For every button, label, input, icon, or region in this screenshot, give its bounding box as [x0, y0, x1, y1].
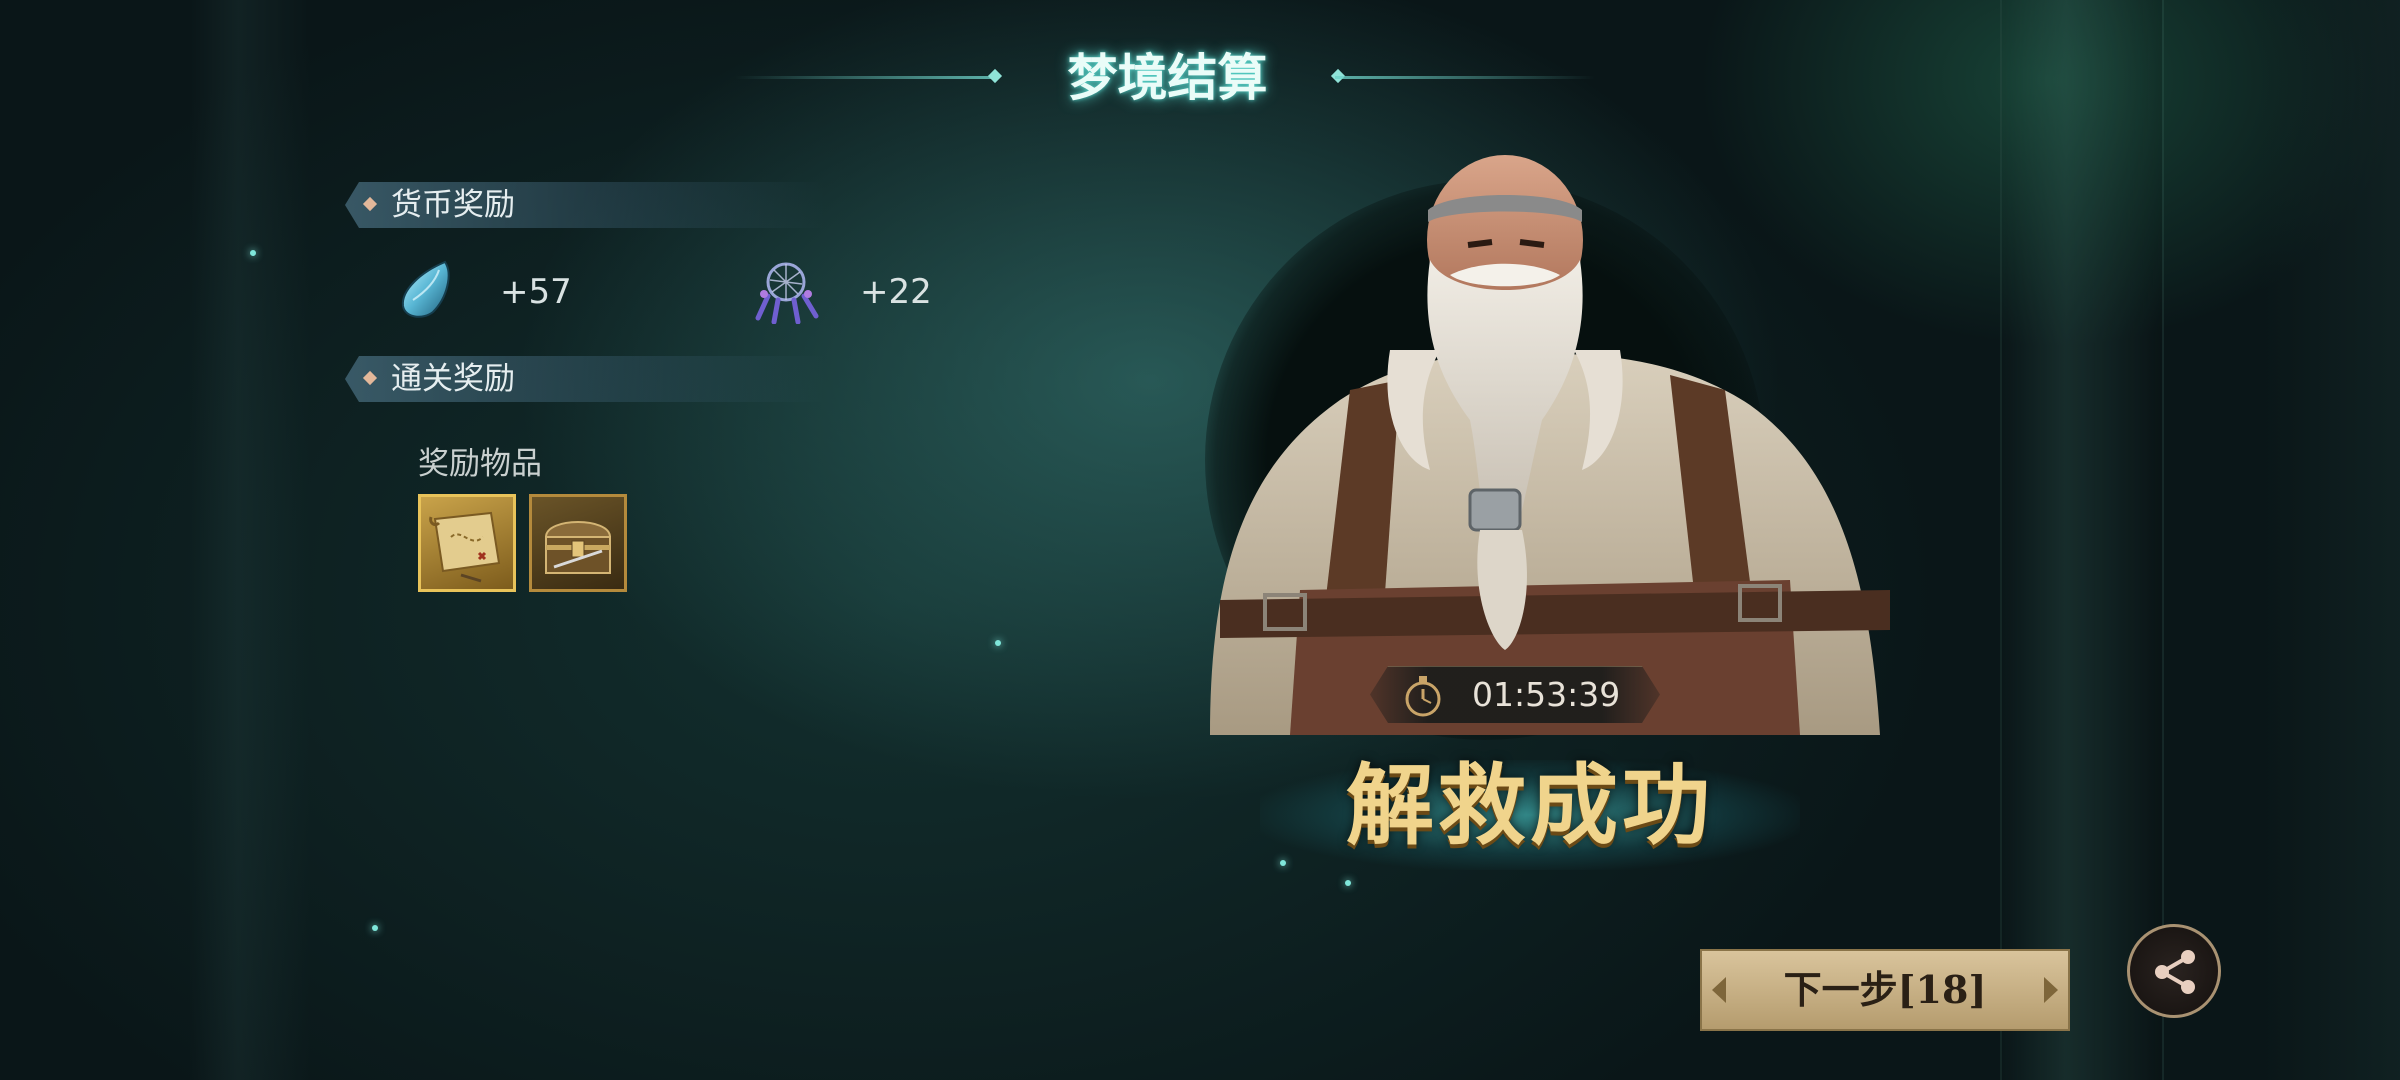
clear-reward-label: 通关奖励 — [391, 361, 515, 397]
reward-items-label: 奖励物品 — [418, 446, 542, 482]
sparkle — [1345, 880, 1351, 886]
share-button[interactable] — [2127, 924, 2221, 1018]
dreamcatcher-icon — [755, 262, 819, 324]
right-frame-decoration — [2260, 0, 2400, 1080]
clear-reward-header: 通关奖励 — [345, 356, 825, 402]
diamond-bullet-icon — [362, 370, 378, 386]
stopwatch-icon — [1400, 673, 1446, 719]
share-icon — [2155, 950, 2195, 994]
treasure-map-icon — [429, 511, 501, 583]
dreamcatcher-amount: +22 — [860, 272, 932, 312]
sparkle — [250, 250, 256, 256]
clear-time-display: 01:53:39 — [1370, 666, 1660, 723]
treasure-chest-icon — [544, 521, 612, 574]
currency-reward-label: 货币奖励 — [391, 187, 515, 223]
teal-crystal-icon — [401, 260, 450, 318]
result-screen: 梦境结算 货币奖励 +57 +22 通关奖励 奖励物品 01:53:39 解救成… — [0, 0, 2400, 1080]
sparkle — [995, 640, 1001, 646]
dwarf-character-portrait — [1210, 155, 1890, 735]
diamond-bullet-icon — [362, 196, 378, 212]
next-step-button[interactable]: 下一步[18] — [1700, 949, 2070, 1031]
title-divider-left — [735, 76, 995, 79]
left-pillar-decoration — [190, 0, 310, 1080]
page-title: 梦境结算 — [1067, 48, 1268, 107]
rescue-success-text: 解救成功 — [1345, 753, 1714, 857]
reward-item-treasure-chest[interactable] — [529, 494, 627, 592]
next-step-label: 下一步[18] — [1783, 967, 1987, 1012]
sparkle — [372, 925, 378, 931]
currency-reward-header: 货币奖励 — [345, 182, 825, 228]
title-divider-right — [1335, 76, 1595, 79]
right-pillar-decoration — [2000, 0, 2164, 1080]
clear-time-value: 01:53:39 — [1472, 675, 1621, 714]
crystal-amount: +57 — [500, 272, 572, 312]
reward-item-treasure-map[interactable] — [418, 494, 516, 592]
